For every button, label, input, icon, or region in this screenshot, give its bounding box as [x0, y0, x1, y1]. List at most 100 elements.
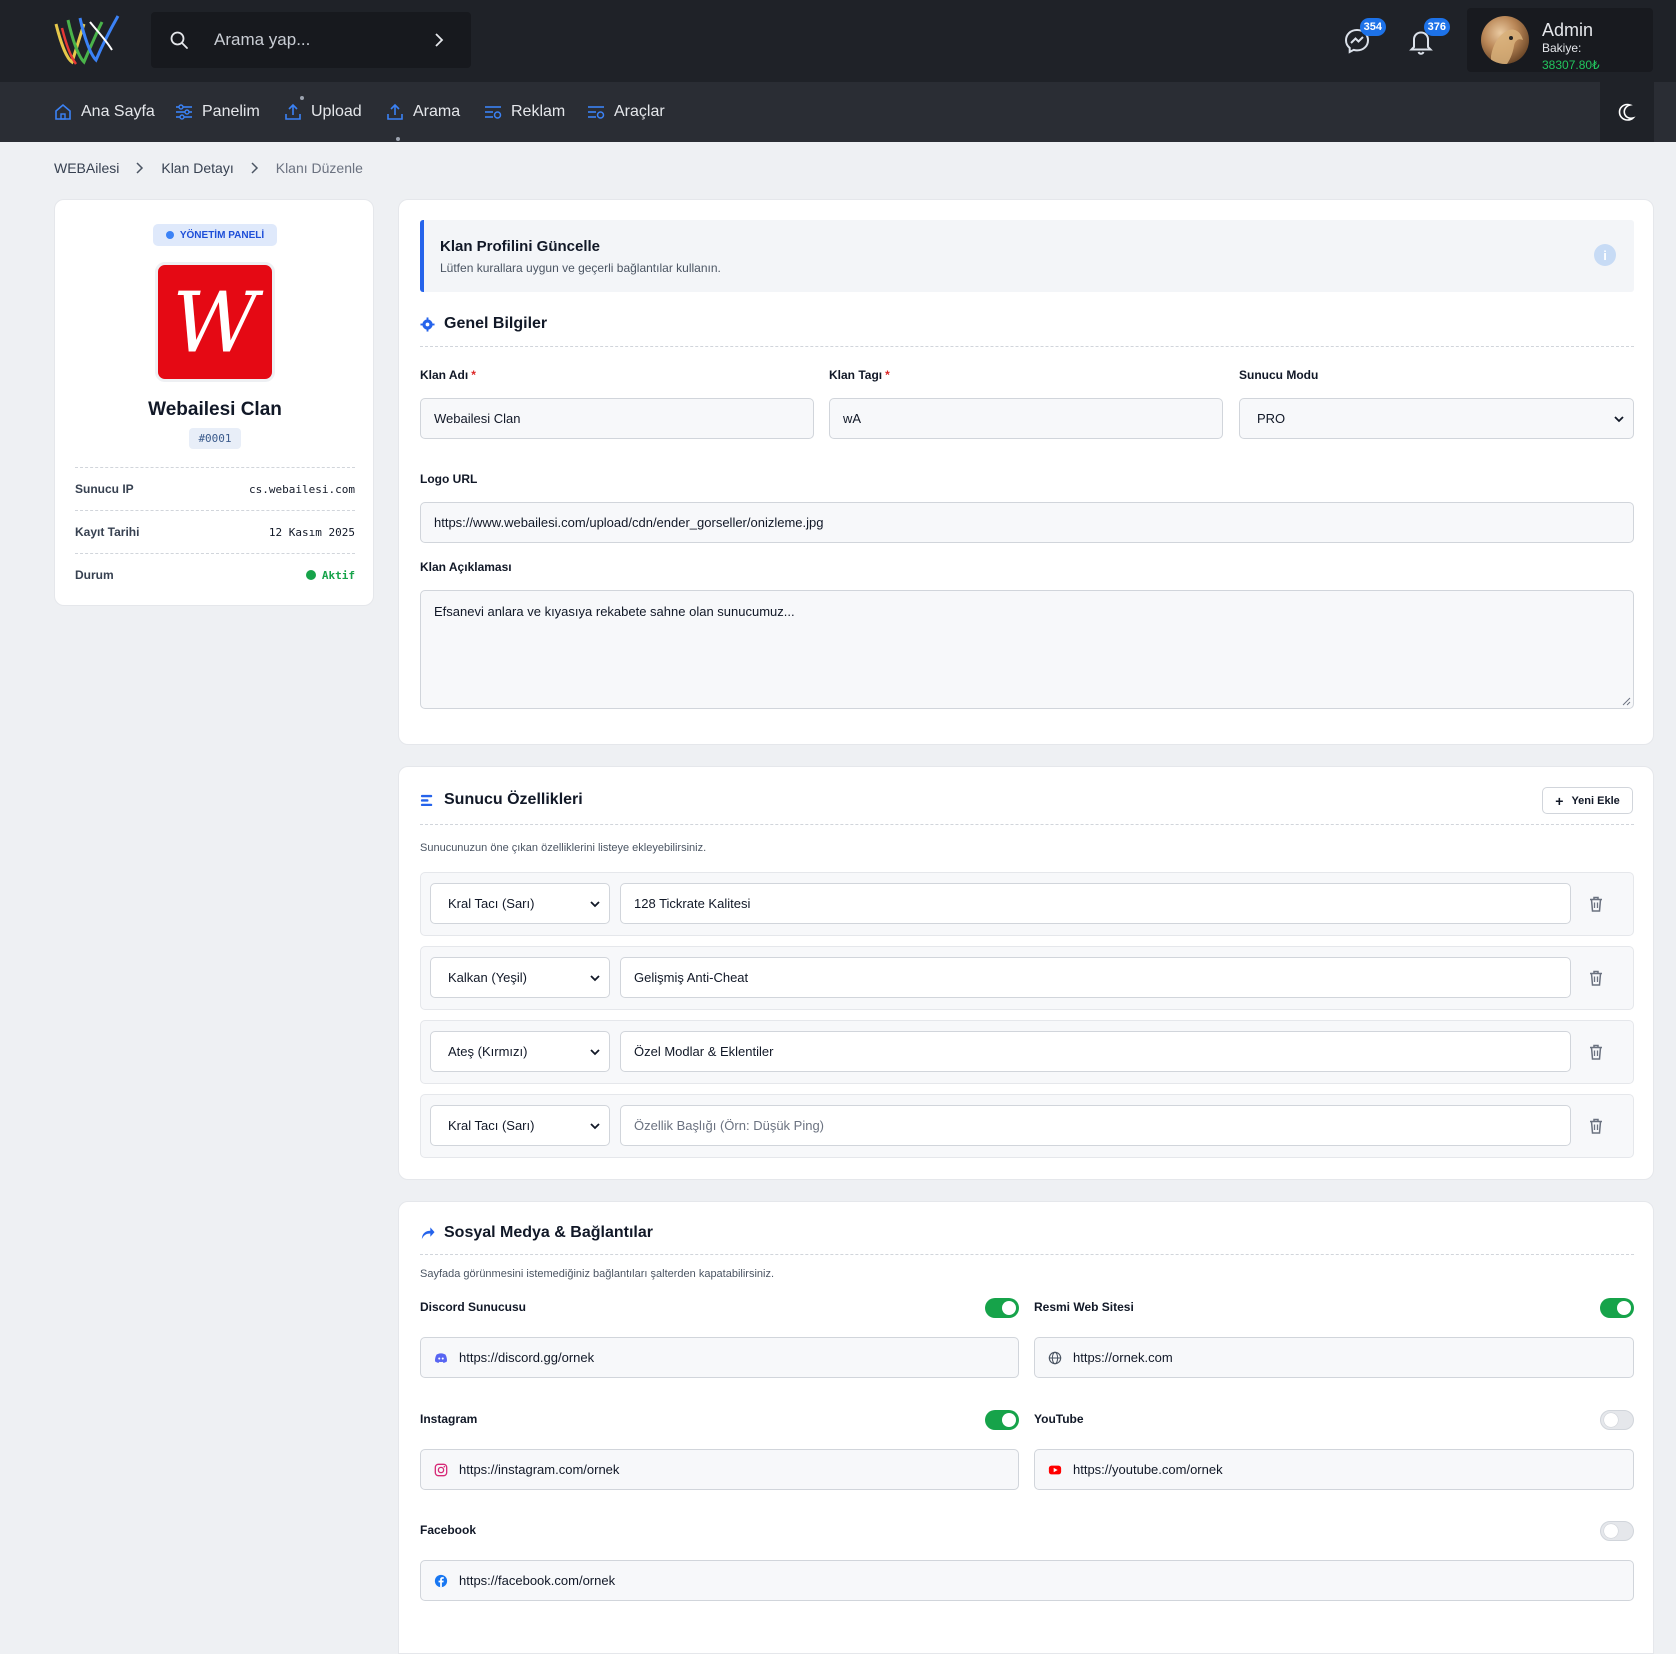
url-value: https://ornek.com: [1073, 1350, 1173, 1365]
list-settings-icon: [485, 106, 502, 119]
discord-icon: [435, 1352, 447, 1363]
nav-item-ads[interactable]: Reklam: [484, 82, 565, 142]
add-feature-button[interactable]: + Yeni Ekle: [1542, 787, 1633, 814]
description-textarea[interactable]: Efsanevi anlara ve kıyasıya rekabete sah…: [420, 590, 1634, 709]
nav-item-panel[interactable]: Panelim: [175, 82, 260, 142]
nav-item-upload[interactable]: Upload: [284, 82, 362, 142]
logo-url-input[interactable]: https://www.webailesi.com/upload/cdn/end…: [420, 502, 1634, 543]
chevron-down-icon: [590, 1048, 600, 1055]
trash-icon[interactable]: [1587, 895, 1605, 913]
facebook-label: Facebook: [420, 1523, 477, 1537]
discord-label: Discord Sunucusu: [420, 1300, 527, 1314]
description-label: Klan Açıklaması: [420, 560, 512, 574]
home-icon: [55, 103, 71, 120]
nav-item-search[interactable]: Arama: [386, 82, 460, 142]
section-title-text: Genel Bilgiler: [444, 315, 548, 332]
feature-icon-select[interactable]: Kalkan (Yeşil): [430, 957, 610, 998]
user-menu[interactable]: Admin Bakiye: 38307.80₺: [1467, 8, 1653, 72]
nav-item-label: Ana Sayfa: [81, 103, 155, 120]
instagram-url-input[interactable]: https://instagram.com/ornek: [420, 1449, 1019, 1490]
messages-count-badge: 354: [1359, 18, 1386, 36]
chevron-right-icon[interactable]: [431, 32, 447, 48]
nav-item-label: Arama: [413, 103, 461, 120]
notifications-button[interactable]: 376: [1406, 18, 1450, 56]
youtube-label: YouTube: [1034, 1412, 1084, 1426]
sliders-icon: [176, 104, 192, 120]
management-panel-badge: YÖNETİM PANELİ: [153, 224, 277, 246]
select-value: Kral Tacı (Sarı): [448, 896, 535, 911]
facebook-toggle[interactable]: [1600, 1521, 1634, 1541]
instagram-toggle[interactable]: [985, 1410, 1019, 1430]
avatar: [1481, 16, 1529, 64]
url-value: https://instagram.com/ornek: [459, 1462, 620, 1477]
theme-toggle-button[interactable]: [1600, 82, 1654, 142]
discord-toggle[interactable]: [985, 1298, 1019, 1318]
youtube-url-input[interactable]: https://youtube.com/ornek: [1034, 1449, 1634, 1490]
clan-logo: W: [155, 262, 275, 382]
select-value: PRO: [1257, 411, 1286, 426]
clan-tag-input[interactable]: wA: [829, 398, 1223, 439]
clan-profile-card: YÖNETİM PANELİ W Webailesi Clan #0001 Su…: [54, 199, 374, 606]
social-hint: Sayfada görünmesini istemediğiniz bağlan…: [420, 1268, 775, 1280]
breadcrumb-item-clan-detail[interactable]: Klan Detayı: [161, 160, 233, 176]
nav-item-tools[interactable]: Araçlar: [587, 82, 665, 142]
server-mode-label: Sunucu Modu: [1239, 368, 1319, 382]
trash-icon[interactable]: [1587, 1117, 1605, 1135]
globe-icon: [1048, 1351, 1062, 1364]
feature-title-input[interactable]: Gelişmiş Anti-Cheat: [620, 957, 1571, 998]
clan-id-badge: #0001: [189, 428, 241, 449]
feature-title-input[interactable]: Özellik Başlığı (Örn: Düşük Ping): [620, 1105, 1571, 1146]
discord-url-input[interactable]: https://discord.gg/ornek: [420, 1337, 1019, 1378]
trash-icon[interactable]: [1587, 969, 1605, 987]
server-features-card: Sunucu Özellikleri + Yeni Ekle Sunucunuz…: [398, 766, 1654, 1180]
server-mode-select[interactable]: PRO: [1239, 398, 1634, 439]
clan-name-input[interactable]: Webailesi Clan: [420, 398, 814, 439]
section-divider: [420, 1254, 1634, 1255]
upload-icon: [387, 103, 403, 120]
chevron-right-icon: [136, 162, 144, 174]
upload-icon: [285, 103, 301, 120]
website-url-input[interactable]: https://ornek.com: [1034, 1337, 1634, 1378]
website-toggle[interactable]: [1600, 1298, 1634, 1318]
feature-icon-select[interactable]: Ateş (Kırmızı): [430, 1031, 610, 1072]
share-icon: [421, 1226, 435, 1239]
search-bar[interactable]: Arama yap...: [151, 12, 471, 68]
section-title-features: Sunucu Özellikleri: [420, 791, 583, 809]
info-key: Sunucu IP: [75, 482, 134, 496]
info-value: cs.webailesi.com: [249, 482, 355, 496]
feature-icon-select[interactable]: Kral Tacı (Sarı): [430, 883, 610, 924]
description-text: Efsanevi anlara ve kıyasıya rekabete sah…: [434, 604, 795, 619]
instagram-label: Instagram: [420, 1412, 478, 1426]
breadcrumb-item-home[interactable]: WEBAilesi: [54, 160, 119, 176]
notifications-count-badge: 376: [1423, 18, 1450, 36]
section-divider: [420, 824, 1634, 825]
info-row-status: Durum Aktif: [75, 553, 355, 596]
youtube-toggle[interactable]: [1600, 1410, 1634, 1430]
messenger-button[interactable]: 354: [1342, 18, 1386, 56]
section-title-text: Sosyal Medya & Bağlantılar: [444, 1224, 653, 1241]
url-value: https://discord.gg/ornek: [459, 1350, 595, 1365]
instagram-icon: [434, 1463, 448, 1476]
info-row-server-ip: Sunucu IP cs.webailesi.com: [75, 467, 355, 510]
user-name: Admin: [1542, 20, 1594, 40]
site-logo[interactable]: [50, 10, 122, 70]
website-label: Resmi Web Sitesi: [1034, 1300, 1134, 1314]
feature-icon-select[interactable]: Kral Tacı (Sarı): [430, 1105, 610, 1146]
social-links-card: Sosyal Medya & Bağlantılar Sayfada görün…: [398, 1201, 1654, 1654]
search-input[interactable]: Arama yap...: [214, 30, 431, 50]
feature-row: Kalkan (Yeşil) Gelişmiş Anti-Cheat: [420, 946, 1634, 1010]
resize-grip-icon[interactable]: [1621, 696, 1631, 706]
chevron-down-icon: [590, 974, 600, 981]
list-settings-icon: [588, 106, 605, 119]
select-value: Kral Tacı (Sarı): [448, 1118, 535, 1133]
info-row-register-date: Kayıt Tarihi 12 Kasım 2025: [75, 510, 355, 553]
nav-item-home[interactable]: Ana Sayfa: [54, 82, 155, 142]
list-icon: [420, 794, 433, 806]
url-value: https://facebook.com/ornek: [459, 1573, 616, 1588]
chevron-down-icon: [590, 900, 600, 907]
feature-title-input[interactable]: Özel Modlar & Eklentiler: [620, 1031, 1571, 1072]
breadcrumb: WEBAilesi Klan Detayı Klanı Düzenle: [54, 160, 363, 176]
facebook-url-input[interactable]: https://facebook.com/ornek: [420, 1560, 1634, 1601]
feature-title-input[interactable]: 128 Tickrate Kalitesi: [620, 883, 1571, 924]
trash-icon[interactable]: [1587, 1043, 1605, 1061]
